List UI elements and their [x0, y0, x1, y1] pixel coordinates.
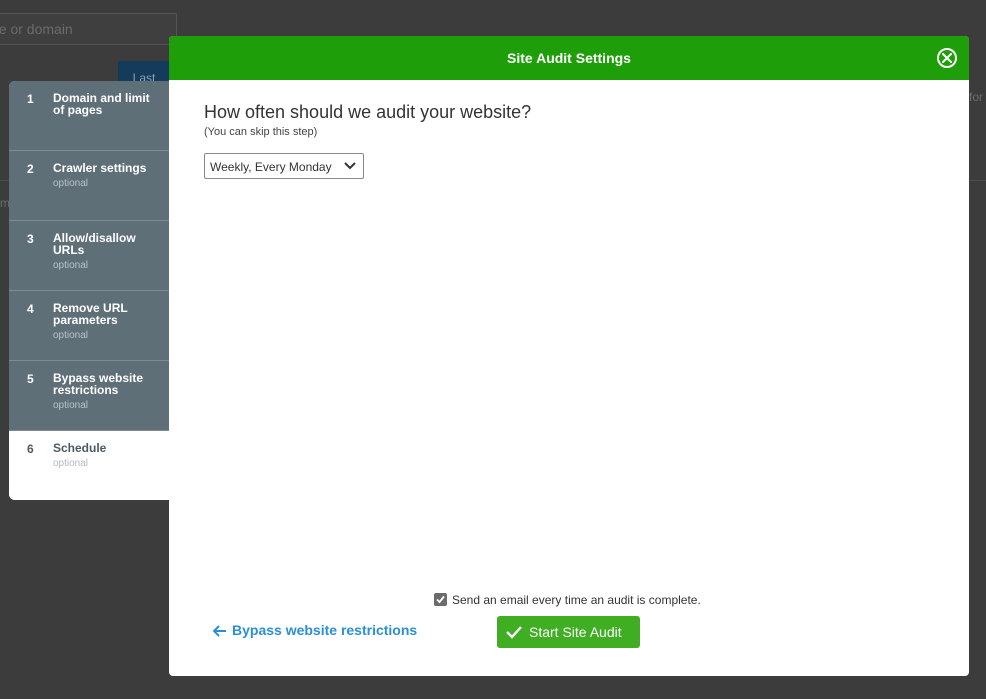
email-notification-label: Send an email every time an audit is com… [452, 593, 701, 607]
step-subtitle: optional [53, 178, 89, 189]
back-link-label: Bypass website restrictions [232, 622, 418, 638]
step-number: 2 [27, 162, 34, 176]
step-number: 5 [27, 372, 34, 386]
schedule-select[interactable]: Weekly, Every Monday [204, 153, 364, 179]
background-search-input: ne or domain [0, 13, 177, 45]
skip-hint: (You can skip this step) [204, 126, 318, 138]
step-number: 4 [27, 302, 34, 316]
step-number: 6 [27, 442, 34, 456]
step-subtitle: optional [53, 400, 89, 411]
schedule-question: How often should we audit your website? [204, 102, 532, 122]
step-allow-disallow[interactable]: 3 Allow/disallow URLs optional [9, 221, 174, 291]
background-divider [969, 180, 986, 181]
step-title: Crawler settings optional [53, 162, 163, 190]
site-audit-settings-modal: Site Audit Settings How often should we … [169, 36, 969, 676]
step-bypass-restrictions[interactable]: 5 Bypass website restrictions optional [9, 361, 174, 431]
modal-header: Site Audit Settings [169, 36, 969, 80]
step-remove-url-parameters[interactable]: 4 Remove URL parameters optional [9, 291, 174, 361]
start-site-audit-button[interactable]: Start Site Audit [497, 616, 640, 648]
background-search-placeholder: ne or domain [0, 21, 73, 37]
step-subtitle: optional [53, 458, 89, 469]
schedule-select-value: Weekly, Every Monday [210, 160, 332, 174]
step-title: Schedule optional [53, 442, 163, 470]
step-title: Bypass website restrictions optional [53, 372, 163, 412]
checkmark-icon [506, 626, 522, 639]
email-notification-checkbox[interactable] [434, 593, 447, 606]
start-site-audit-label: Start Site Audit [529, 624, 622, 640]
step-subtitle: optional [53, 330, 89, 341]
step-title-text: Crawler settings [53, 161, 147, 175]
step-title-text: Bypass website restrictions [53, 371, 144, 397]
background-text-right: for [969, 90, 984, 104]
step-number: 1 [27, 92, 34, 106]
close-icon[interactable] [937, 48, 957, 68]
step-schedule[interactable]: 6 Schedule optional [9, 431, 174, 500]
step-title-text: Domain and limit of pages [53, 91, 150, 117]
checkmark-icon [436, 595, 445, 604]
step-title-text: Schedule [53, 441, 107, 455]
setup-steps-sidebar: 1 Domain and limit of pages 2 Crawler se… [9, 81, 174, 500]
back-link-bypass-restrictions[interactable]: Bypass website restrictions [212, 622, 418, 638]
step-title-text: Remove URL parameters [53, 301, 128, 327]
chevron-down-icon [344, 162, 356, 170]
step-title: Domain and limit of pages [53, 92, 163, 116]
step-title: Remove URL parameters optional [53, 302, 163, 342]
step-domain[interactable]: 1 Domain and limit of pages [9, 81, 174, 151]
step-subtitle: optional [53, 260, 89, 271]
modal-title: Site Audit Settings [507, 50, 631, 66]
step-number: 3 [27, 232, 34, 246]
step-crawler-settings[interactable]: 2 Crawler settings optional [9, 151, 174, 221]
step-title: Allow/disallow URLs optional [53, 232, 163, 272]
step-title-text: Allow/disallow URLs [53, 231, 136, 257]
arrow-left-icon [212, 625, 226, 637]
